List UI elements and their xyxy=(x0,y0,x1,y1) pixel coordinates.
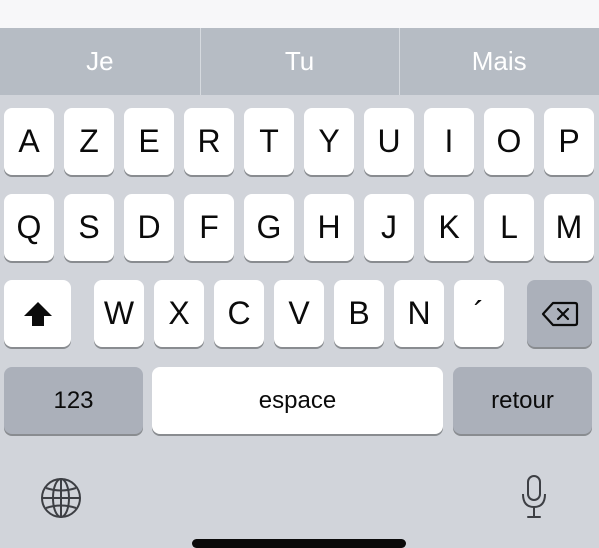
keyboard: A Z E R T Y U I O P Q S D F G H J K L M … xyxy=(0,95,599,548)
key-m[interactable]: M xyxy=(544,194,594,261)
key-f[interactable]: F xyxy=(184,194,234,261)
key-x[interactable]: X xyxy=(154,280,204,347)
key-acute-accent[interactable]: ´ xyxy=(454,280,504,347)
key-o[interactable]: O xyxy=(484,108,534,175)
suggestion-bar: Je Tu Mais xyxy=(0,28,599,95)
delete-icon xyxy=(541,300,579,328)
key-u[interactable]: U xyxy=(364,108,414,175)
key-z[interactable]: Z xyxy=(64,108,114,175)
text-area-edge xyxy=(0,0,599,28)
microphone-icon[interactable] xyxy=(518,473,550,521)
key-y[interactable]: Y xyxy=(304,108,354,175)
key-l[interactable]: L xyxy=(484,194,534,261)
key-i[interactable]: I xyxy=(424,108,474,175)
home-indicator[interactable] xyxy=(192,539,406,548)
key-g[interactable]: G xyxy=(244,194,294,261)
key-a[interactable]: A xyxy=(4,108,54,175)
key-s[interactable]: S xyxy=(64,194,114,261)
key-j[interactable]: J xyxy=(364,194,414,261)
return-key[interactable]: retour xyxy=(453,367,592,434)
key-b[interactable]: B xyxy=(334,280,384,347)
key-e[interactable]: E xyxy=(124,108,174,175)
suggestion-item[interactable]: Tu xyxy=(199,28,400,95)
shift-icon xyxy=(22,300,54,328)
key-d[interactable]: D xyxy=(124,194,174,261)
key-h[interactable]: H xyxy=(304,194,354,261)
space-key[interactable]: espace xyxy=(152,367,443,434)
key-k[interactable]: K xyxy=(424,194,474,261)
numbers-key[interactable]: 123 xyxy=(4,367,143,434)
key-p[interactable]: P xyxy=(544,108,594,175)
key-c[interactable]: C xyxy=(214,280,264,347)
key-t[interactable]: T xyxy=(244,108,294,175)
delete-key[interactable] xyxy=(527,280,592,347)
key-n[interactable]: N xyxy=(394,280,444,347)
shift-key[interactable] xyxy=(4,280,71,347)
key-w[interactable]: W xyxy=(94,280,144,347)
key-r[interactable]: R xyxy=(184,108,234,175)
globe-icon[interactable] xyxy=(38,475,84,521)
key-q[interactable]: Q xyxy=(4,194,54,261)
key-v[interactable]: V xyxy=(274,280,324,347)
suggestion-item[interactable]: Mais xyxy=(399,28,599,95)
suggestion-item[interactable]: Je xyxy=(0,28,200,95)
